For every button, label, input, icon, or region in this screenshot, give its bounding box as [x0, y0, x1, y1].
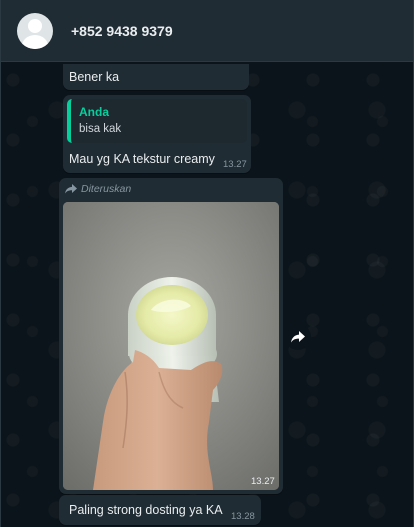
chat-header[interactable]: +852 9438 9379 [1, 0, 413, 62]
forward-arrow-icon [65, 184, 77, 194]
message-text: Mau yg KA tekstur creamy [69, 152, 215, 166]
message-time: 13.28 [231, 511, 255, 522]
avatar-head [28, 18, 42, 33]
cream-jar-photo [63, 202, 279, 490]
quoted-message[interactable]: Anda bisa kak [67, 99, 247, 143]
photo-attachment[interactable]: 13.27 [63, 202, 279, 490]
avatar-body [22, 34, 48, 49]
forwarded-label: Diteruskan [65, 183, 131, 195]
quote-author: Anda [79, 105, 109, 119]
message-bubble[interactable]: Bener ka [63, 64, 249, 90]
quote-text: bisa kak [79, 123, 122, 135]
forwarded-text: Diteruskan [81, 183, 132, 195]
share-arrow-icon[interactable] [285, 324, 311, 350]
message-time: 13.27 [223, 159, 247, 170]
message-text: Paling strong dosting ya KA [69, 503, 223, 517]
message-bubble[interactable]: Paling strong dosting ya KA 13.28 [59, 495, 261, 525]
contact-name[interactable]: +852 9438 9379 [71, 23, 173, 39]
forwarded-photo-bubble[interactable]: Diteruskan 13.27 [59, 178, 283, 494]
reply-message-bubble[interactable]: Anda bisa kak Mau yg KA tekstur creamy 1… [63, 95, 251, 173]
avatar[interactable] [17, 12, 53, 49]
chat-window: +852 9438 9379 Bener ka Anda bisa kak Ma… [0, 0, 414, 527]
photo-time: 13.27 [251, 476, 275, 487]
message-text: Bener ka [69, 70, 120, 84]
